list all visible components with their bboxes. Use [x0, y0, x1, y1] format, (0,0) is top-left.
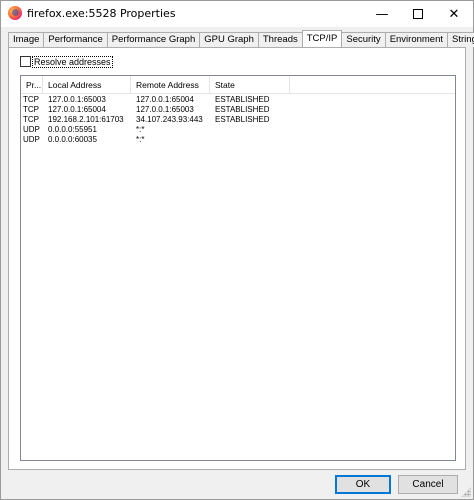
- column-header-protocol-label: Pr...: [26, 80, 42, 90]
- cell-local-address: 0.0.0.0:55951: [48, 125, 97, 134]
- cell-protocol: UDP: [23, 135, 40, 144]
- cell-protocol: UDP: [23, 125, 40, 134]
- cell-local-address: 127.0.0.1:65004: [48, 105, 106, 114]
- column-header-remote-address[interactable]: Remote Address: [131, 76, 210, 94]
- cell-state: [210, 125, 290, 135]
- table-row[interactable]: TCP 127.0.0.1:65004 127.0.0.1:65003 ESTA…: [21, 105, 455, 115]
- tcp-ip-panel: Resolve addresses ^ Pr... Local Address …: [8, 47, 466, 470]
- cell-state: ESTABLISHED: [215, 95, 270, 104]
- close-button[interactable]: ✕: [436, 1, 472, 27]
- resolve-addresses-option[interactable]: Resolve addresses: [20, 55, 113, 68]
- resize-grip-icon[interactable]: [461, 487, 471, 497]
- cell-remote-address: 127.0.0.1:65003: [136, 105, 194, 114]
- properties-window: firefox.exe:5528 Properties — ✕ Image Pe…: [0, 0, 474, 500]
- tab-performance-graph[interactable]: Performance Graph: [106, 32, 201, 47]
- tab-performance[interactable]: Performance: [43, 32, 108, 47]
- tab-threads[interactable]: Threads: [257, 32, 303, 47]
- connections-list[interactable]: ^ Pr... Local Address Remote Address Sta…: [20, 75, 456, 461]
- table-row[interactable]: TCP 192.168.2.101:61703 34.107.243.93:44…: [21, 115, 455, 125]
- maximize-button[interactable]: [400, 1, 436, 27]
- maximize-icon: [413, 9, 423, 19]
- tab-strings[interactable]: Strings: [447, 32, 474, 47]
- window-title: firefox.exe:5528 Properties: [27, 7, 176, 20]
- cell-state: ESTABLISHED: [215, 115, 270, 124]
- cell-remote-address: *:*: [136, 125, 145, 134]
- tab-image[interactable]: Image: [8, 32, 45, 47]
- title-bar[interactable]: firefox.exe:5528 Properties — ✕: [1, 1, 473, 27]
- cell-local-address: 192.168.2.101:61703: [48, 115, 124, 124]
- column-header-protocol[interactable]: ^ Pr...: [21, 76, 43, 94]
- cancel-button[interactable]: Cancel: [398, 475, 458, 494]
- column-header-state[interactable]: State: [210, 76, 290, 94]
- cell-local-address: 127.0.0.1:65003: [48, 95, 106, 104]
- tab-strip: Image Performance Performance Graph GPU …: [8, 30, 474, 47]
- sort-ascending-icon: ^: [29, 76, 32, 80]
- cell-remote-address: *:*: [136, 135, 145, 144]
- table-row[interactable]: TCP 127.0.0.1:65003 127.0.0.1:65004 ESTA…: [21, 95, 455, 105]
- tab-gpu-graph[interactable]: GPU Graph: [199, 32, 259, 47]
- cell-remote-address: 34.107.243.93:443: [136, 115, 203, 124]
- column-header-local-address[interactable]: Local Address: [43, 76, 131, 94]
- table-row[interactable]: UDP 0.0.0.0:60035 *:*: [21, 135, 455, 145]
- cell-state: [210, 135, 290, 145]
- tab-tcp-ip[interactable]: TCP/IP: [301, 30, 343, 47]
- resolve-addresses-label[interactable]: Resolve addresses: [32, 55, 113, 68]
- resolve-addresses-checkbox[interactable]: [20, 56, 31, 67]
- list-rows: TCP 127.0.0.1:65003 127.0.0.1:65004 ESTA…: [21, 95, 455, 145]
- cell-remote-address: 127.0.0.1:65004: [136, 95, 194, 104]
- minimize-button[interactable]: —: [364, 1, 400, 27]
- firefox-icon: [8, 6, 22, 20]
- cell-state: ESTABLISHED: [215, 105, 270, 114]
- cell-protocol: TCP: [23, 115, 39, 124]
- tab-security[interactable]: Security: [341, 32, 386, 47]
- cell-protocol: TCP: [23, 105, 39, 114]
- cell-protocol: TCP: [23, 95, 39, 104]
- cell-local-address: 0.0.0.0:60035: [48, 135, 97, 144]
- tab-environment[interactable]: Environment: [384, 32, 449, 47]
- ok-button[interactable]: OK: [335, 475, 391, 494]
- list-header: ^ Pr... Local Address Remote Address Sta…: [21, 76, 455, 94]
- table-row[interactable]: UDP 0.0.0.0:55951 *:*: [21, 125, 455, 135]
